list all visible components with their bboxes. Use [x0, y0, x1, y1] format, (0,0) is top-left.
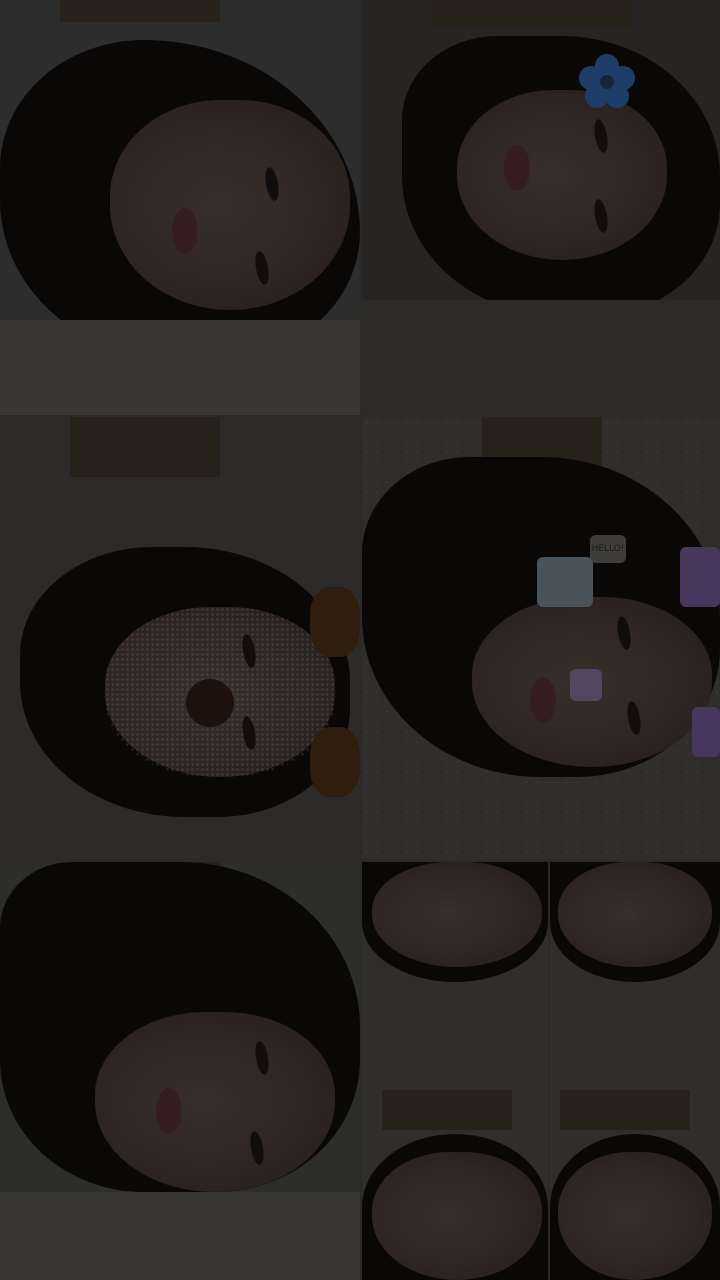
- flower-icon: [579, 54, 635, 108]
- pixel-heart-sticker: [570, 669, 602, 701]
- face: [372, 862, 542, 967]
- puppy-nose-icon: [186, 679, 234, 727]
- face: [110, 100, 350, 310]
- face: [95, 1012, 335, 1192]
- face: [558, 1152, 712, 1280]
- shirt: [0, 320, 360, 415]
- face: [372, 1152, 542, 1280]
- bookshelf: [60, 0, 220, 22]
- bookshelf: [560, 1090, 690, 1130]
- puppy-ear-icon: [310, 587, 360, 657]
- lips: [504, 145, 530, 191]
- lips: [156, 1088, 182, 1134]
- lips: [530, 677, 556, 723]
- pixel-sticker: [680, 547, 720, 607]
- photo-collage: HELLO!: [0, 0, 720, 1280]
- bookshelf: [432, 0, 632, 28]
- shirt: [362, 300, 720, 415]
- selfie-tile-5[interactable]: [0, 862, 360, 1280]
- selfie-tile-7[interactable]: [550, 862, 720, 1280]
- face: [457, 90, 667, 260]
- lips: [172, 208, 198, 254]
- selfie-tile-1[interactable]: [0, 0, 360, 415]
- selfie-tile-6[interactable]: [362, 862, 548, 1280]
- puppy-ear-icon: [310, 727, 360, 797]
- pixel-character-sticker: [537, 557, 593, 607]
- shirt: [0, 1192, 360, 1280]
- selfie-tile-2[interactable]: [362, 0, 720, 415]
- face: [558, 862, 712, 967]
- pixel-sticker: [692, 707, 720, 757]
- selfie-tile-4[interactable]: HELLO!: [362, 417, 720, 860]
- bookshelf: [70, 417, 220, 477]
- selfie-tile-3[interactable]: [0, 417, 360, 860]
- bookshelf: [382, 1090, 512, 1130]
- speech-bubble-sticker: HELLO!: [590, 535, 626, 563]
